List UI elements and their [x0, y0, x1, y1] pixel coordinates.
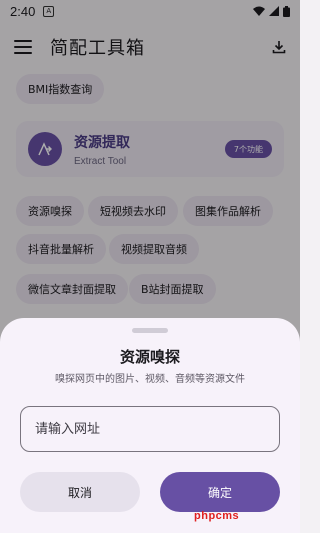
- bottom-sheet-dialog: 资源嗅探 嗅探网页中的图片、视频、音频等资源文件 取消 确定: [0, 318, 300, 533]
- dialog-description: 嗅探网页中的图片、视频、音频等资源文件: [55, 374, 245, 385]
- watermark: phpcms: [194, 510, 240, 522]
- url-input[interactable]: [20, 406, 280, 452]
- confirm-button[interactable]: 确定: [160, 472, 280, 512]
- dialog-title: 资源嗅探: [119, 348, 180, 366]
- drag-handle[interactable]: [132, 328, 168, 333]
- cancel-button[interactable]: 取消: [20, 472, 140, 512]
